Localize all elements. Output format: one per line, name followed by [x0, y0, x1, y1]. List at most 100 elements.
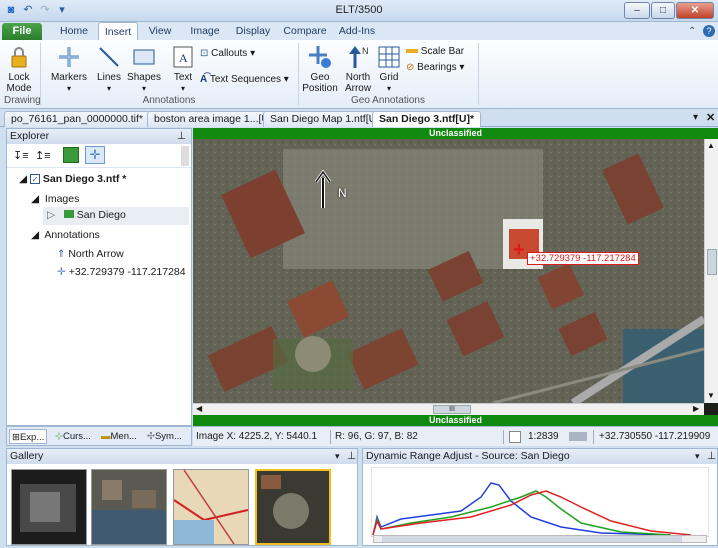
pin-icon[interactable]: ⊥	[707, 449, 716, 464]
tree-annotations-node[interactable]: ◢ Annotations	[31, 229, 100, 241]
expand-icon[interactable]: ▷	[47, 209, 55, 221]
tab-insert[interactable]: Insert	[98, 22, 138, 40]
text-button[interactable]: A Text ▾	[168, 44, 198, 94]
tab-compare[interactable]: Compare	[281, 22, 329, 40]
shapes-button[interactable]: Shapes ▾	[126, 44, 162, 94]
tab-list-dropdown-icon[interactable]: ▾	[693, 112, 698, 123]
checkbox-icon[interactable]: ✓	[30, 174, 40, 184]
collapse-icon[interactable]: ◢	[31, 229, 39, 241]
explorer-toolbar: ↧≡ ↥≡ ✛	[7, 144, 191, 168]
image-layer-icon[interactable]	[63, 147, 79, 163]
annotations-group-label: Annotations	[142, 95, 196, 106]
geo-annotations-group-label: Geo Annotations	[351, 95, 425, 106]
bearings-button[interactable]: ⊘ Bearings ▾	[406, 62, 472, 73]
geo-position-label: Geo Position	[302, 72, 338, 94]
geo-position-button[interactable]: Geo Position	[300, 44, 340, 94]
dropdown-icon[interactable]: ▾	[335, 449, 340, 464]
tab-mensuration[interactable]: ▬Men...	[99, 429, 139, 444]
tree-images-node[interactable]: ◢ Images	[31, 193, 79, 205]
pin-icon[interactable]: ⊥	[347, 449, 356, 464]
tree-root[interactable]: ◢ ✓ San Diego 3.ntf *	[19, 173, 126, 185]
tab-display[interactable]: Display	[232, 22, 274, 40]
scale-bar-button[interactable]: Scale Bar	[406, 46, 466, 57]
vertical-scrollbar[interactable]: ▲ ▼	[704, 139, 718, 403]
horizontal-scrollbar[interactable]: ◀ III ▶	[193, 403, 704, 415]
lock-mode-button[interactable]: Lock Mode	[4, 44, 34, 94]
histogram-chart[interactable]	[371, 467, 709, 537]
scale-lock-checkbox[interactable]	[509, 431, 521, 443]
symbol-icon: ✣	[147, 431, 155, 442]
tab-file[interactable]: File	[2, 23, 42, 40]
collapse-icon[interactable]: ◢	[19, 173, 27, 185]
ribbon-tab-bar: File Home Insert View Image Display Comp…	[0, 22, 718, 40]
tree-north-arrow-label: North Arrow	[68, 248, 124, 260]
gallery-thumbnail-2[interactable]	[91, 469, 167, 545]
vertical-scroll-thumb[interactable]	[707, 249, 717, 275]
minimize-button[interactable]: –	[624, 2, 650, 19]
close-tab-icon[interactable]: ✕	[706, 111, 715, 124]
dropdown-icon[interactable]: ▾	[695, 449, 700, 464]
tree-root-label: San Diego 3.ntf *	[42, 173, 127, 185]
maximize-button[interactable]: □	[651, 2, 675, 19]
gallery-thumbnail-3[interactable]	[173, 469, 249, 545]
explorer-icon: ⊞	[12, 432, 20, 443]
histogram-scroll-thumb[interactable]	[382, 536, 682, 542]
scroll-down-icon[interactable]: ▼	[707, 391, 715, 400]
doc-tab-boston-area[interactable]: boston area image 1...[U]	[147, 111, 279, 127]
north-arrow-button[interactable]: N North Arrow	[342, 44, 374, 94]
map-scale: 1:2839	[528, 431, 559, 442]
geo-marker-label[interactable]: +32.729379 -117.217284	[527, 252, 639, 265]
scroll-up-icon[interactable]: ▲	[707, 141, 715, 150]
tab-explorer[interactable]: ⊞Exp...	[9, 429, 48, 444]
doc-tab-po-76161[interactable]: po_76161_pan_0000000.tif*	[4, 111, 150, 127]
horizontal-scroll-thumb[interactable]: III	[433, 405, 471, 414]
doc-tab-san-diego-3[interactable]: San Diego 3.ntf[U]*	[372, 111, 482, 127]
markers-button[interactable]: Markers ▾	[48, 44, 90, 94]
tab-home[interactable]: Home	[56, 22, 92, 40]
geo-marker-crosshair-icon[interactable]: +	[513, 240, 525, 260]
tab-view[interactable]: View	[144, 22, 176, 40]
tree-geo-marker-label: +32.729379 -117.217284	[68, 266, 186, 278]
tab-cursor[interactable]: ⊹Curs...	[53, 429, 93, 444]
text-sequences-button[interactable]: A͡ Text Sequences ▾	[200, 74, 296, 85]
callouts-button[interactable]: ⊡ Callouts ▾	[200, 48, 266, 59]
dynamic-range-panel: Dynamic Range Adjust - Source: San Diego…	[362, 448, 718, 546]
tree-item-geo-marker[interactable]: ✛ +32.729379 -117.217284	[57, 266, 186, 278]
ribbon: Lock Mode Markers ▾ Lines ▾ Shapes ▾ A T…	[0, 40, 718, 109]
image-viewer[interactable]: Unclassified N + +32.729379 -117.217284 …	[193, 128, 718, 426]
explorer-tab-bar: ⊞Exp... ⊹Curs... ▬Men... ✣Sym...	[6, 426, 192, 446]
grid-label: Grid	[379, 72, 399, 83]
tree-item-north-arrow[interactable]: ⇑ North Arrow	[57, 248, 124, 260]
text-sequence-icon: A͡	[200, 74, 208, 85]
text-label: Text	[173, 72, 193, 83]
tab-add-ins[interactable]: Add-Ins	[336, 22, 378, 40]
tree-item-san-diego[interactable]: ▷ San Diego	[43, 207, 189, 225]
annotation-layer-icon[interactable]: ✛	[85, 146, 105, 164]
close-button[interactable]: ✕	[676, 2, 714, 19]
pin-icon[interactable]: ⊥	[177, 129, 186, 144]
line-icon	[96, 44, 122, 70]
sort-ascending-icon[interactable]: ↧≡	[13, 149, 29, 162]
gallery-header: Gallery ▾ ⊥	[7, 449, 357, 464]
tab-image[interactable]: Image	[186, 22, 224, 40]
gallery-thumbnail-4[interactable]	[255, 469, 331, 545]
sort-descending-icon[interactable]: ↥≡	[35, 149, 51, 162]
collapse-icon[interactable]: ◢	[31, 193, 39, 205]
doc-tab-san-diego-map[interactable]: San Diego Map 1.ntf[U]	[263, 111, 387, 127]
aerial-image[interactable]	[193, 139, 704, 403]
scroll-right-icon[interactable]: ▶	[693, 404, 699, 413]
explorer-scrollbar[interactable]	[181, 146, 189, 166]
explorer-header: Explorer ⊥	[7, 129, 191, 144]
tree-images-label: Images	[44, 193, 80, 205]
scroll-left-icon[interactable]: ◀	[196, 404, 202, 413]
gallery-thumbnail-1[interactable]	[11, 469, 87, 545]
ribbon-collapse-icon[interactable]: ⌃	[688, 26, 696, 37]
north-arrow-label: N	[338, 186, 347, 200]
svg-text:N: N	[362, 46, 369, 56]
grid-button[interactable]: Grid ▾	[376, 44, 402, 94]
tab-symbols[interactable]: ✣Sym...	[145, 429, 184, 444]
histogram-scrollbar[interactable]	[373, 535, 707, 543]
document-tab-bar: po_76161_pan_0000000.tif* boston area im…	[0, 110, 718, 127]
help-icon[interactable]: ?	[703, 25, 715, 37]
lines-button[interactable]: Lines ▾	[92, 44, 126, 94]
